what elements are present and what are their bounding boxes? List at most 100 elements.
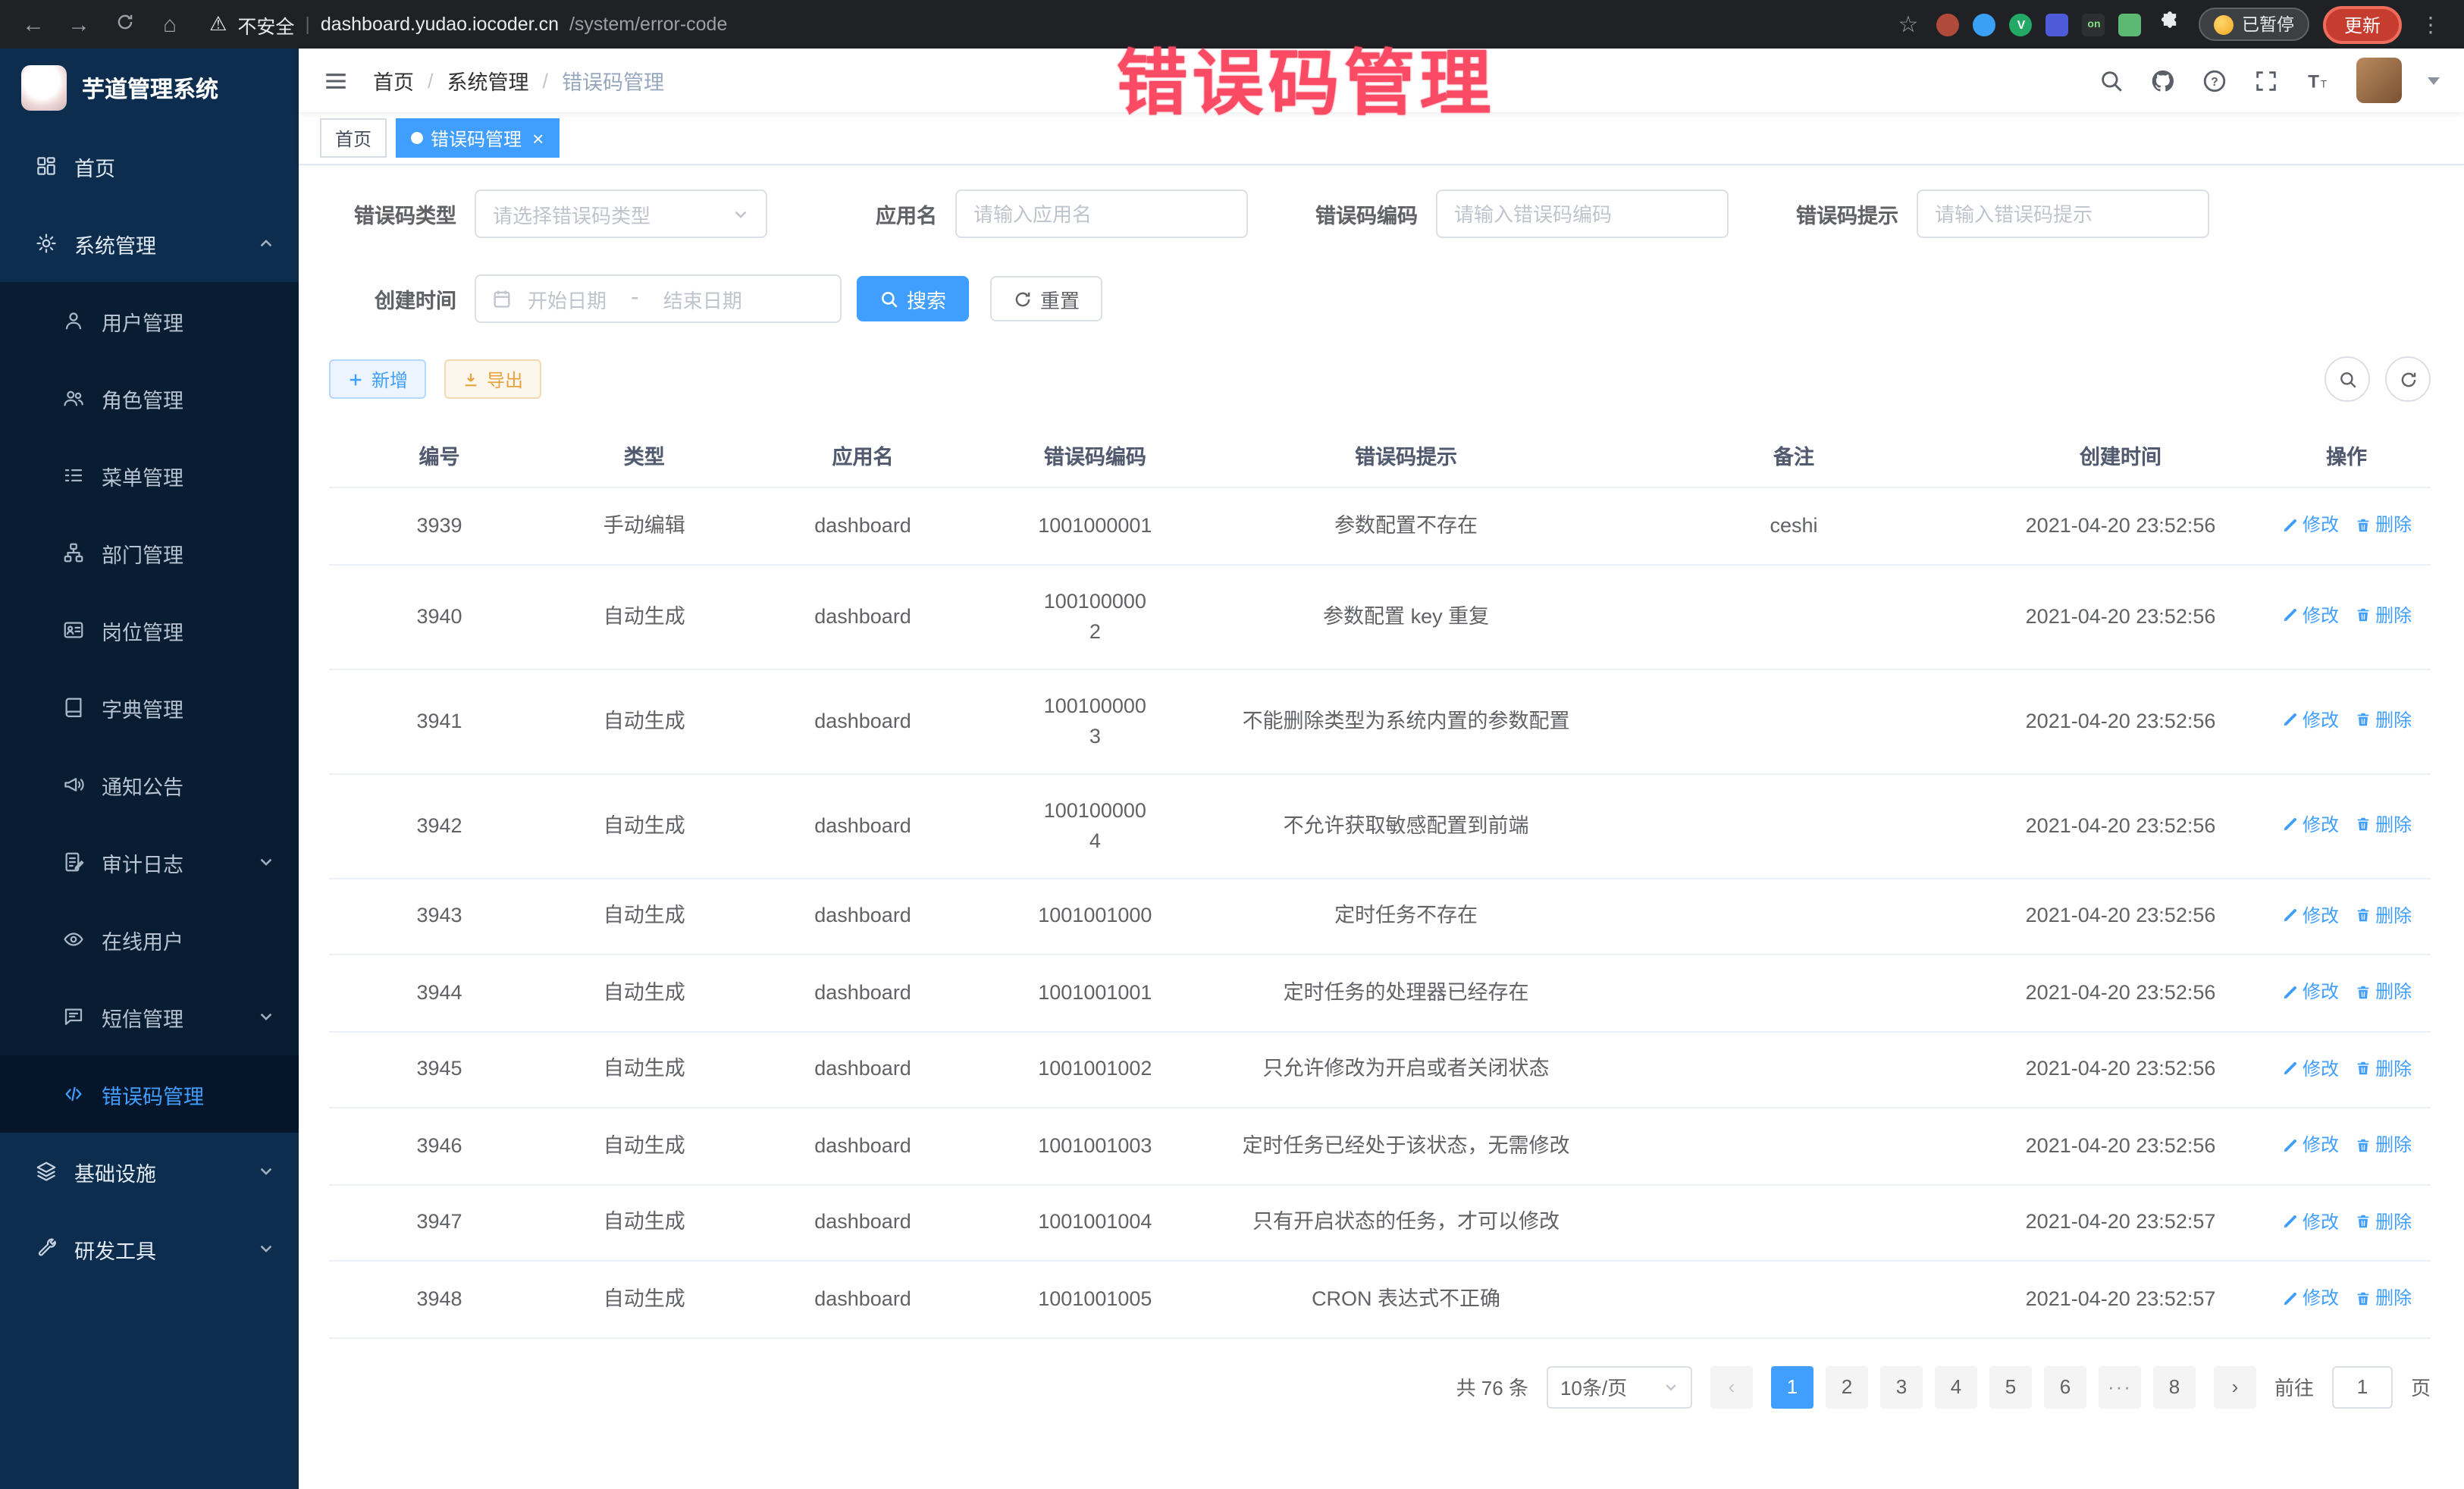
- delete-link[interactable]: 删除: [2354, 1130, 2412, 1160]
- extension-icon-red[interactable]: [1937, 13, 1960, 36]
- fullscreen-icon[interactable]: [2253, 67, 2279, 93]
- next-page-button[interactable]: ›: [2214, 1365, 2256, 1408]
- delete-link[interactable]: 删除: [2354, 810, 2412, 840]
- sidebar-item-label: 短信管理: [102, 1002, 183, 1032]
- delete-link[interactable]: 删除: [2354, 509, 2412, 540]
- hamburger-icon[interactable]: [323, 67, 349, 93]
- total-count: 共 76 条: [1456, 1372, 1528, 1401]
- edit-link[interactable]: 修改: [2281, 1130, 2339, 1160]
- page-button-1[interactable]: 1: [1771, 1365, 1814, 1408]
- page-button-6[interactable]: 6: [2044, 1365, 2086, 1408]
- extension-icon-green[interactable]: V: [2010, 13, 2033, 36]
- add-button[interactable]: 新增: [329, 359, 426, 399]
- sidebar-item-label: 基础设施: [74, 1156, 156, 1186]
- cell-actions: 修改删除: [2262, 564, 2431, 669]
- error-code-input[interactable]: [1436, 190, 1729, 238]
- page-size-select[interactable]: 10条/页: [1547, 1365, 1692, 1408]
- cell-type: 自动生成: [550, 669, 738, 773]
- prev-page-button[interactable]: ‹: [1710, 1365, 1753, 1408]
- sidebar-logo[interactable]: 芋道管理系统: [0, 49, 299, 127]
- sidebar-item-role[interactable]: 角色管理: [0, 359, 299, 437]
- edit-link[interactable]: 修改: [2281, 900, 2339, 930]
- error-hint-input[interactable]: [1917, 190, 2209, 238]
- home-icon[interactable]: ⌂: [155, 11, 185, 37]
- forward-icon[interactable]: →: [64, 11, 94, 37]
- sidebar-menu: 首页系统管理用户管理角色管理菜单管理部门管理岗位管理字典管理通知公告审计日志在线…: [0, 127, 299, 1489]
- page-button-4[interactable]: 4: [1935, 1365, 1977, 1408]
- cell-message: 定时任务已经处于该状态，无需修改: [1203, 1108, 1609, 1184]
- sidebar-item-user[interactable]: 用户管理: [0, 282, 299, 359]
- page-button-2[interactable]: 2: [1826, 1365, 1868, 1408]
- update-button[interactable]: 更新: [2323, 5, 2402, 43]
- user-avatar[interactable]: [2356, 58, 2402, 103]
- sidebar-item-menu[interactable]: 菜单管理: [0, 437, 299, 514]
- extension-icon-leaf[interactable]: [2119, 13, 2142, 36]
- delete-link[interactable]: 删除: [2354, 705, 2412, 735]
- page-button-8[interactable]: 8: [2153, 1365, 2196, 1408]
- edit-link[interactable]: 修改: [2281, 1206, 2339, 1237]
- date-range-input[interactable]: 开始日期 - 结束日期: [475, 274, 842, 323]
- extensions-puzzle-icon[interactable]: [2155, 11, 2186, 38]
- font-size-icon[interactable]: TT: [2305, 67, 2331, 93]
- show-search-button[interactable]: [2324, 356, 2370, 402]
- tag-home[interactable]: 首页: [320, 118, 387, 158]
- sidebar-item-notice[interactable]: 通知公告: [0, 746, 299, 823]
- sidebar-item-dict[interactable]: 字典管理: [0, 669, 299, 746]
- sidebar-item-error-code[interactable]: 错误码管理: [0, 1055, 299, 1133]
- sidebar-item-audit-log[interactable]: 审计日志: [0, 823, 299, 901]
- search-button[interactable]: 搜索: [857, 276, 969, 321]
- sidebar-item-online-user[interactable]: 在线用户: [0, 901, 299, 978]
- extension-icon-blue[interactable]: [1973, 13, 1996, 36]
- column-header: 备注: [1609, 423, 1979, 487]
- edit-link[interactable]: 修改: [2281, 976, 2339, 1007]
- edit-link[interactable]: 修改: [2281, 705, 2339, 735]
- extension-icon-grid[interactable]: [2046, 13, 2069, 36]
- delete-link[interactable]: 删除: [2354, 600, 2412, 631]
- cell-type: 自动生成: [550, 564, 738, 669]
- address-bar[interactable]: ⚠ 不安全 | dashboard.yudao.iocoder.cn/syste…: [209, 10, 727, 39]
- delete-link[interactable]: 删除: [2354, 1053, 2412, 1083]
- page-button-5[interactable]: 5: [1989, 1365, 2032, 1408]
- error-type-select[interactable]: 请选择错误码类型: [475, 190, 767, 238]
- github-icon[interactable]: [2150, 67, 2176, 93]
- extension-icon-on[interactable]: on: [2083, 13, 2105, 36]
- page-button-3[interactable]: 3: [1880, 1365, 1923, 1408]
- delete-link[interactable]: 删除: [2354, 900, 2412, 930]
- sidebar-item-devtools[interactable]: 研发工具: [0, 1210, 299, 1287]
- sidebar-item-post[interactable]: 岗位管理: [0, 591, 299, 669]
- back-icon[interactable]: ←: [18, 11, 49, 37]
- sidebar-item-dept[interactable]: 部门管理: [0, 514, 299, 591]
- edit-link[interactable]: 修改: [2281, 1053, 2339, 1083]
- chevron-down-icon[interactable]: [2428, 77, 2440, 84]
- sidebar-item-home[interactable]: 首页: [0, 127, 299, 205]
- bookmark-star-icon[interactable]: ☆: [1893, 11, 1923, 38]
- close-icon[interactable]: ×: [532, 128, 544, 148]
- edit-link[interactable]: 修改: [2281, 600, 2339, 631]
- reset-button[interactable]: 重置: [990, 276, 1102, 321]
- browser-menu-icon[interactable]: ⋮: [2415, 11, 2446, 37]
- tag-error-code[interactable]: 错误码管理 ×: [396, 118, 559, 158]
- edit-link[interactable]: 修改: [2281, 1283, 2339, 1313]
- search-icon[interactable]: [2099, 67, 2124, 93]
- paused-chip[interactable]: 已暂停: [2199, 8, 2309, 41]
- cell-remark: [1609, 1108, 1979, 1184]
- edit-link[interactable]: 修改: [2281, 509, 2339, 540]
- svg-text:?: ?: [2211, 75, 2218, 88]
- edit-link[interactable]: 修改: [2281, 810, 2339, 840]
- help-icon[interactable]: ?: [2202, 67, 2227, 93]
- breadcrumb-system[interactable]: 系统管理: [447, 65, 529, 96]
- breadcrumb-home[interactable]: 首页: [373, 65, 414, 96]
- sidebar-item-infra[interactable]: 基础设施: [0, 1133, 299, 1210]
- delete-link[interactable]: 删除: [2354, 1283, 2412, 1313]
- export-button[interactable]: 导出: [444, 359, 541, 399]
- app-name-input[interactable]: [955, 190, 1248, 238]
- reload-icon[interactable]: [109, 11, 140, 37]
- filter-error-hint: 错误码提示: [1771, 190, 2209, 238]
- goto-page-input[interactable]: [2332, 1365, 2393, 1408]
- sidebar-item-system[interactable]: 系统管理: [0, 205, 299, 282]
- table-refresh-button[interactable]: [2385, 356, 2431, 402]
- pagination-more-button[interactable]: ···: [2099, 1365, 2141, 1408]
- delete-link[interactable]: 删除: [2354, 1206, 2412, 1237]
- sidebar-item-sms[interactable]: 短信管理: [0, 978, 299, 1055]
- delete-link[interactable]: 删除: [2354, 976, 2412, 1007]
